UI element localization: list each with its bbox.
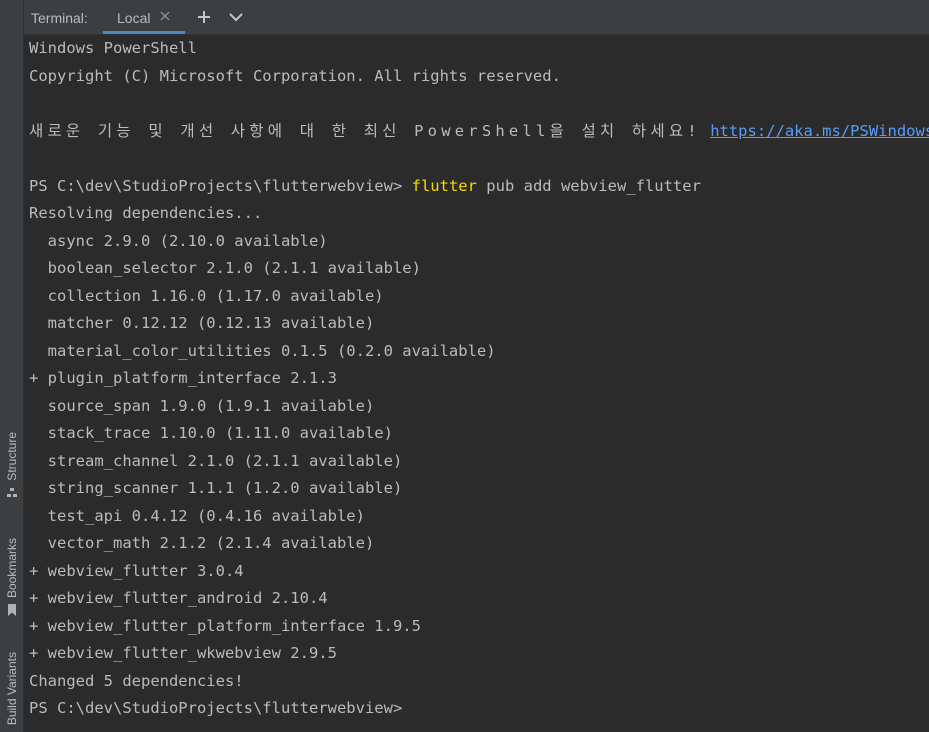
dependency-line: + webview_flutter 3.0.4 xyxy=(29,561,244,580)
dependency-line: async 2.9.0 (2.10.0 available) xyxy=(29,231,328,250)
ps-windows-link[interactable]: https://aka.ms/PSWindows xyxy=(710,122,929,140)
prompt: PS C:\dev\StudioProjects\flutterwebview> xyxy=(29,176,403,195)
dependency-line: + webview_flutter_platform_interface 1.9… xyxy=(29,616,421,635)
terminal-tab-bar: Terminal: Local xyxy=(24,0,929,35)
dependency-list: async 2.9.0 (2.10.0 available) boolean_s… xyxy=(29,228,924,668)
structure-tab-label: Structure xyxy=(4,432,19,481)
terminal-line: Changed 5 dependencies! xyxy=(29,671,244,690)
side-tool-strip: Structure Bookmarks Build Variants xyxy=(0,0,24,732)
command-executable: flutter xyxy=(411,176,477,195)
bookmarks-tool-tab[interactable]: Bookmarks xyxy=(0,538,23,622)
terminal-line: Copyright (C) Microsoft Corporation. All… xyxy=(29,66,561,85)
dependency-line: vector_math 2.1.2 (2.1.4 available) xyxy=(29,534,375,552)
dependency-line: + webview_flutter_wkwebview 2.9.5 xyxy=(29,644,337,662)
final-prompt[interactable]: PS C:\dev\StudioProjects\flutterwebview> xyxy=(29,695,924,723)
terminal-line: Resolving dependencies... xyxy=(29,204,263,222)
dependency-line: stream_channel 2.1.0 (2.1.1 available) xyxy=(29,451,403,470)
dependency-line: material_color_utilities 0.1.5 (0.2.0 av… xyxy=(29,341,496,360)
dependency-line: stack_trace 1.10.0 (1.11.0 available) xyxy=(29,424,393,442)
build-variants-tab-label: Build Variants xyxy=(4,652,19,726)
terminal-options-button[interactable] xyxy=(228,10,244,27)
terminal-output[interactable]: Windows PowerShell Copyright (C) Microso… xyxy=(29,35,929,732)
plus-icon xyxy=(198,11,210,23)
close-icon[interactable] xyxy=(159,9,171,25)
terminal-line-notice: 새로운 기능 및 개선 사항에 대 한 최신 PowerShell을 설치 하세… xyxy=(29,118,929,146)
dependency-line: source_span 1.9.0 (1.9.1 available) xyxy=(29,396,375,415)
bookmark-icon xyxy=(6,603,18,622)
tab-local[interactable]: Local xyxy=(103,0,185,34)
dependency-line: collection 1.16.0 (1.17.0 available) xyxy=(29,286,384,305)
terminal-title: Terminal: xyxy=(31,10,88,26)
dependency-line: + plugin_platform_interface 2.1.3 xyxy=(29,369,337,387)
terminal-command-line: PS C:\dev\StudioProjects\flutterwebview>… xyxy=(29,173,924,201)
dependency-line: matcher 0.12.12 (0.12.13 available) xyxy=(29,314,375,332)
new-terminal-button[interactable] xyxy=(196,9,212,28)
bookmarks-tab-label: Bookmarks xyxy=(4,538,19,599)
dependency-line: boolean_selector 2.1.0 (2.1.1 available) xyxy=(29,259,421,277)
structure-icon xyxy=(6,486,18,504)
build-variants-tool-tab[interactable]: Build Variants xyxy=(0,652,23,725)
dependency-line: + webview_flutter_android 2.10.4 xyxy=(29,589,328,607)
tab-local-label: Local xyxy=(117,10,151,26)
structure-tool-tab[interactable]: Structure xyxy=(0,432,23,504)
terminal-line: Windows PowerShell xyxy=(29,39,197,57)
chevron-down-icon xyxy=(229,13,243,22)
command-args: pub add webview_flutter xyxy=(486,176,701,195)
dependency-line: test_api 0.4.12 (0.4.16 available) xyxy=(29,506,365,525)
notice-text: 새로운 기능 및 개선 사항에 대 한 최신 PowerShell을 설치 하세… xyxy=(29,121,701,140)
dependency-line: string_scanner 1.1.1 (1.2.0 available) xyxy=(29,479,403,497)
